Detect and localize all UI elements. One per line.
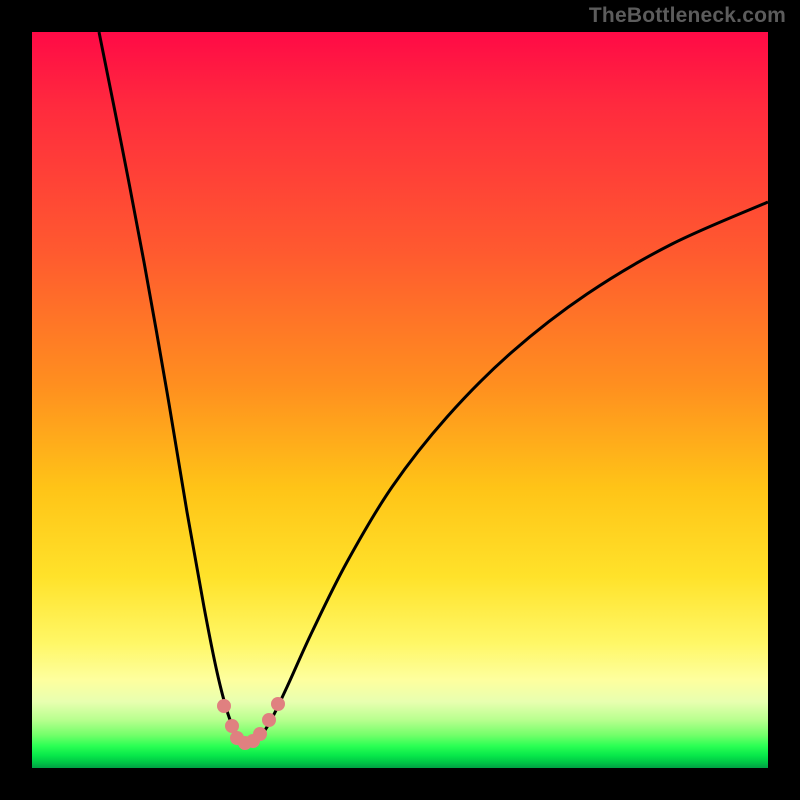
plot-area: [32, 32, 768, 768]
min-point: [262, 713, 276, 727]
chart-frame: TheBottleneck.com: [0, 0, 800, 800]
watermark-text: TheBottleneck.com: [589, 4, 786, 28]
min-point: [217, 699, 231, 713]
min-point-cluster: [32, 32, 768, 768]
min-point: [271, 697, 285, 711]
min-point: [253, 727, 267, 741]
